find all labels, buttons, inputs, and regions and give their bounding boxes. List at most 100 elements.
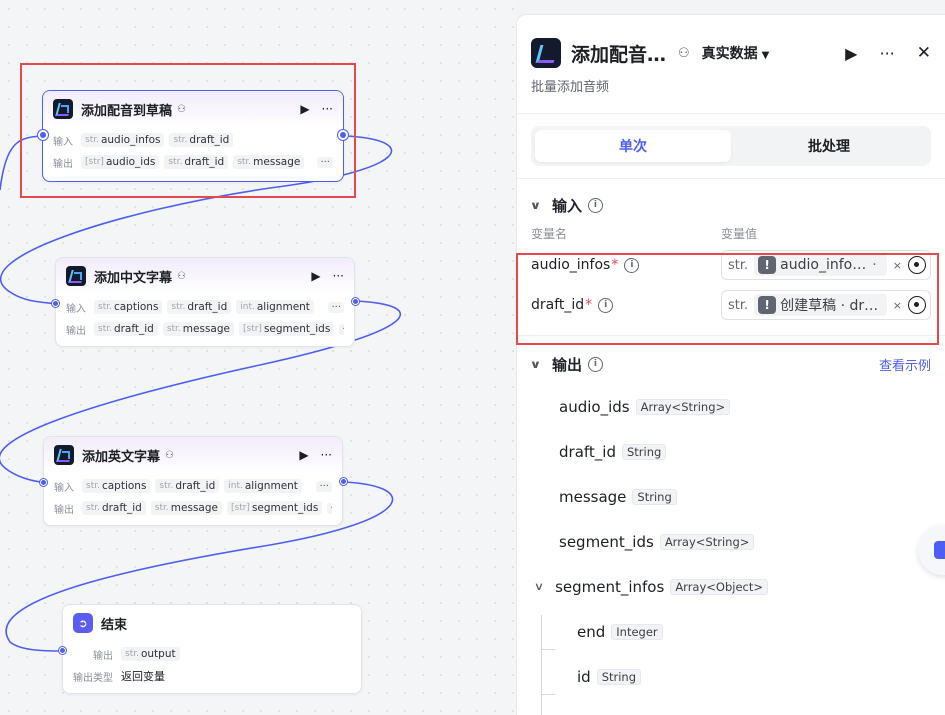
input-chip: int. alignment xyxy=(224,479,302,493)
input-label: 输入 xyxy=(66,303,86,315)
output-section-header[interactable]: ∨ 输出 i 查看示例 xyxy=(517,344,945,384)
node-output-row: 输出 [str] audio_ids str. draft_id str. messa… xyxy=(53,151,333,173)
input-chip: str. captions xyxy=(94,300,163,314)
input-section-header[interactable]: ∨ 输入 i xyxy=(517,185,945,225)
col-name-header: 变量名 xyxy=(531,227,568,241)
info-icon[interactable]: i xyxy=(598,297,614,313)
node1-output-port[interactable] xyxy=(338,130,348,140)
node-header: 添加中文字幕 ⚇ ▶ ··· xyxy=(56,258,354,294)
close-icon[interactable]: ✕ xyxy=(917,43,931,63)
tab-batch[interactable]: 批处理 xyxy=(731,130,927,162)
plugin-node-add-cn-captions[interactable]: 添加中文字幕 ⚇ ▶ ··· 输入 str. captions str. draft… xyxy=(55,257,355,347)
variable-picker-icon[interactable] xyxy=(908,256,926,274)
divider xyxy=(517,335,945,336)
output-type-row: 输出类型 返回变量 xyxy=(73,665,351,687)
output-type-value: 返回变量 xyxy=(121,670,165,683)
input-chip: str. audio_infos xyxy=(81,133,165,147)
tree-line xyxy=(541,615,542,715)
node1-input-port[interactable] xyxy=(38,130,48,140)
output-chip: str. output xyxy=(121,647,180,661)
end-icon: ➲ xyxy=(73,613,93,633)
output-child-field: id String xyxy=(517,654,945,699)
output-label: 输出 xyxy=(66,325,86,337)
more-icon[interactable]: ··· xyxy=(322,102,333,116)
param-row-draft-id: draft_id * i str. ! 创建草稿 · dr… × xyxy=(517,285,945,325)
data-mode-select[interactable]: 真实数据 ▼ xyxy=(702,43,770,63)
more-icon[interactable]: ··· xyxy=(879,44,894,63)
node-input-row: 输入 str. audio_infos str. draft_id xyxy=(53,129,333,151)
more-inputs-button[interactable]: ··· xyxy=(328,301,344,313)
tree-tick xyxy=(541,694,555,695)
input-chip: str. captions xyxy=(82,479,151,493)
section-title: 输入 xyxy=(551,196,582,215)
info-icon[interactable]: i xyxy=(624,257,640,273)
node3-output-port[interactable] xyxy=(340,478,347,485)
clear-icon[interactable]: × xyxy=(893,259,902,272)
plugin-node-add-en-captions[interactable]: 添加英文字幕 ⚇ ▶ ··· 输入 str. captions str. draft… xyxy=(43,436,343,526)
panel-header: 添加配音… ⚇ 真实数据 ▼ ▶ ··· ✕ xyxy=(517,15,945,77)
output-field: audio_ids Array<String> xyxy=(517,384,945,429)
run-icon[interactable]: ▶ xyxy=(845,44,857,63)
info-icon[interactable]: i xyxy=(587,356,603,372)
output-chip: str. message xyxy=(150,501,222,515)
input-chip: str. draft_id xyxy=(167,300,232,314)
output-chip: str. draft_id xyxy=(94,322,158,336)
robot-icon: ⚇ xyxy=(177,270,186,282)
more-icon[interactable]: ··· xyxy=(321,448,332,462)
output-field: segment_ids Array<String> xyxy=(517,519,945,564)
output-field-expandable[interactable]: ∨ segment_infos Array<Object> xyxy=(517,564,945,609)
chevron-down-icon: ∨ xyxy=(529,198,542,212)
tree-tick xyxy=(541,649,555,650)
end-input-port[interactable] xyxy=(59,647,66,654)
variable-reference[interactable]: ! audio_info… · xyxy=(754,254,887,276)
run-mode-tabs: 单次 批处理 xyxy=(531,126,931,166)
warning-icon: ! xyxy=(758,256,777,274)
end-node[interactable]: ➲ 结束 输出 str. output 输出类型 返回变量 xyxy=(62,604,362,694)
node-header: ➲ 结束 xyxy=(63,605,361,641)
node3-input-port[interactable] xyxy=(40,479,47,486)
run-icon[interactable]: ▶ xyxy=(300,102,309,116)
info-icon[interactable]: i xyxy=(587,197,603,213)
param-value-field[interactable]: str. ! audio_info… · × xyxy=(721,250,931,280)
input-label: 输入 xyxy=(53,136,73,148)
node-title: 添加英文字幕 xyxy=(82,449,161,465)
output-chip: [str] segment_ids xyxy=(239,322,335,336)
run-icon[interactable]: ▶ xyxy=(311,269,320,283)
value-type: str. xyxy=(728,257,749,273)
node-output-row: 输出 str. draft_id str. message [str] segment… xyxy=(54,497,332,519)
caret-down-icon: ▼ xyxy=(761,50,770,61)
input-chip: str. draft_id xyxy=(155,479,220,493)
clear-icon[interactable]: × xyxy=(893,299,902,312)
section-title: 输出 xyxy=(551,355,582,374)
node2-output-port[interactable] xyxy=(352,298,359,305)
node2-input-port[interactable] xyxy=(52,300,59,307)
param-value-field[interactable]: str. ! 创建草稿 · dr… × xyxy=(721,290,931,320)
output-chip: str. draft_id xyxy=(82,501,146,515)
view-example-link[interactable]: 查看示例 xyxy=(879,355,931,374)
plugin-logo-icon xyxy=(66,266,86,286)
more-outputs-button[interactable]: ··· xyxy=(339,323,344,335)
divider xyxy=(517,113,945,114)
more-icon[interactable]: ··· xyxy=(333,269,344,283)
node-title: 添加配音到草稿 xyxy=(81,103,173,119)
output-label: 输出 xyxy=(54,504,74,516)
plugin-node-add-audio[interactable]: 添加配音到草稿 ⚇ ▶ ··· 输入 str. audio_infos str. d… xyxy=(42,90,344,182)
edge-start-to-node1 xyxy=(0,135,41,191)
node-input-row: 输入 str. captions str. draft_id int. alignme… xyxy=(54,475,332,497)
output-child-field: end Integer xyxy=(517,609,945,654)
node-header: 添加英文字幕 ⚇ ▶ ··· xyxy=(44,437,342,473)
more-outputs-button[interactable]: ··· xyxy=(317,156,333,168)
panel-description: 批量添加音频 xyxy=(531,80,610,95)
plugin-logo-icon xyxy=(53,99,73,119)
robot-icon: ⚇ xyxy=(177,103,186,115)
panel-title: 添加配音… xyxy=(571,43,667,66)
workflow-canvas[interactable]: 添加配音到草稿 ⚇ ▶ ··· 输入 str. audio_infos str. d… xyxy=(0,0,516,715)
more-outputs-button[interactable]: ··· xyxy=(327,502,332,514)
more-inputs-button[interactable]: ··· xyxy=(316,480,332,492)
variable-reference[interactable]: ! 创建草稿 · dr… xyxy=(754,294,887,316)
run-icon[interactable]: ▶ xyxy=(299,448,308,462)
variable-picker-icon[interactable] xyxy=(908,296,926,314)
tab-single[interactable]: 单次 xyxy=(535,130,731,162)
node-output-row: 输出 str. draft_id str. message [str] segment… xyxy=(66,318,344,340)
divider xyxy=(517,178,945,179)
